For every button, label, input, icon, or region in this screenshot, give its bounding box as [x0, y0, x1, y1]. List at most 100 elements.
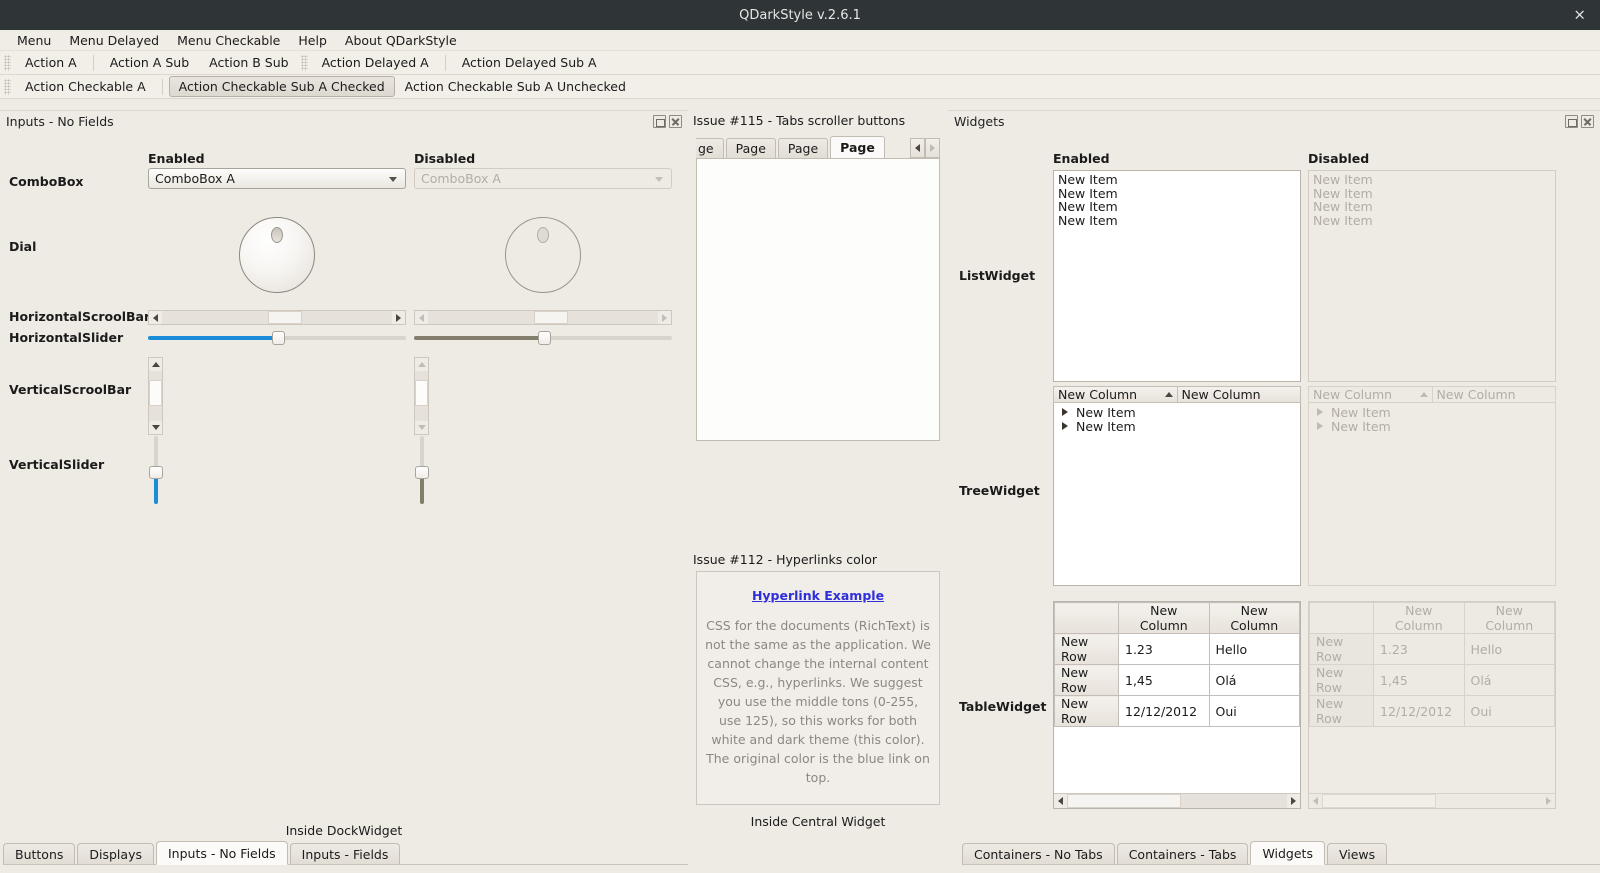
table-row-header[interactable]: New Row	[1054, 695, 1119, 727]
tree-body[interactable]: New Item New Item	[1053, 403, 1301, 586]
table-corner-cell[interactable]	[1054, 602, 1119, 634]
page-tab-0[interactable]: ge	[696, 138, 724, 158]
tablewidget-enabled[interactable]: New Column New Column New Row 1.23 Hello…	[1053, 601, 1301, 809]
hscrollbar-enabled[interactable]	[148, 310, 406, 325]
dial-enabled[interactable]	[239, 217, 315, 293]
menu-item-menu-delayed[interactable]: Menu Delayed	[60, 31, 168, 50]
tree-column-label: New Column	[1058, 387, 1138, 402]
vslider-fill	[154, 475, 158, 504]
vscrollbar-disabled	[414, 357, 429, 435]
table-row-header-disabled: New Row	[1309, 633, 1374, 665]
expand-arrow-icon[interactable]	[1062, 422, 1068, 430]
treewidget-enabled[interactable]: New Column New Column New Item New Item	[1053, 386, 1301, 586]
menu-item-help[interactable]: Help	[289, 31, 336, 50]
tab-scroll-left-icon[interactable]	[910, 138, 925, 158]
tree-column-header-0[interactable]: New Column	[1053, 386, 1178, 403]
toolbar-grip-icon[interactable]	[4, 54, 11, 71]
toolbar-action-a[interactable]: Action A	[15, 52, 87, 73]
list-item[interactable]: New Item	[1056, 214, 1300, 228]
vscrollbar-track[interactable]	[149, 371, 162, 421]
vslider-handle[interactable]	[149, 466, 163, 479]
table-column-header-0[interactable]: New Column	[1118, 602, 1210, 634]
toolbar-grip-icon-3[interactable]	[4, 78, 11, 95]
table-row-disabled: New Row 1.23 Hello	[1309, 633, 1555, 665]
expand-arrow-icon[interactable]	[1062, 408, 1068, 416]
toolbar-action-a-sub[interactable]: Action A Sub	[100, 52, 199, 73]
listwidget-enabled[interactable]: New Item New Item New Item New Item	[1053, 170, 1301, 382]
vscrollbar-down-arrow-icon[interactable]	[149, 421, 162, 434]
tab-views[interactable]: Views	[1326, 843, 1388, 865]
tab-inputs-fields[interactable]: Inputs - Fields	[289, 843, 401, 865]
tree-row[interactable]: New Item	[1054, 405, 1300, 420]
menu-item-menu[interactable]: Menu	[8, 31, 60, 50]
tab-containers-tabs[interactable]: Containers - Tabs	[1116, 843, 1249, 865]
close-icon[interactable]	[669, 114, 682, 128]
float-restore-icon-right[interactable]	[1565, 114, 1578, 128]
vslider-enabled[interactable]	[147, 436, 165, 504]
table-cell[interactable]: Hello	[1208, 633, 1300, 665]
hscrollbar-right-arrow-icon[interactable]	[392, 311, 405, 324]
toolbar-separator	[92, 54, 94, 71]
hscrollbar-handle[interactable]	[267, 311, 303, 324]
tab-inputs-no-fields[interactable]: Inputs - No Fields	[155, 841, 288, 865]
vscrollbar-enabled[interactable]	[148, 357, 163, 435]
tree-column-header-1[interactable]: New Column	[1177, 386, 1301, 403]
table-cell[interactable]: 1,45	[1118, 664, 1210, 696]
table-row-header[interactable]: New Row	[1054, 664, 1119, 696]
toolbar-action-checkable-a[interactable]: Action Checkable A	[15, 76, 156, 97]
table-cell[interactable]: Oui	[1208, 695, 1300, 727]
tab-containers-no-tabs[interactable]: Containers - No Tabs	[962, 843, 1115, 865]
table-cell[interactable]: 12/12/2012	[1118, 695, 1210, 727]
vscrollbar-handle[interactable]	[149, 380, 162, 406]
toolbar-action-delayed-sub-a[interactable]: Action Delayed Sub A	[452, 52, 607, 73]
toolbar-actions: Action A Action A Sub Action B Sub Actio…	[0, 51, 1600, 75]
table-hscroll-handle[interactable]	[1067, 794, 1182, 808]
table-row[interactable]: New Row 1.23 Hello	[1054, 633, 1300, 665]
table-hscrollbar[interactable]	[1054, 793, 1300, 808]
tree-header-row: New Column New Column	[1053, 386, 1301, 403]
hscrollbar-disabled	[414, 310, 672, 325]
table-cell[interactable]: 1.23	[1118, 633, 1210, 665]
combobox-disabled-value: ComboBox A	[421, 171, 501, 186]
left-col-header-disabled: Disabled	[414, 151, 476, 166]
close-icon-right[interactable]	[1581, 114, 1594, 128]
page-tab-1[interactable]: Page	[725, 138, 776, 158]
list-item[interactable]: New Item	[1056, 173, 1300, 187]
toolbar-action-checkable-sub-a-checked[interactable]: Action Checkable Sub A Checked	[168, 76, 395, 97]
table-row[interactable]: New Row 12/12/2012 Oui	[1054, 695, 1300, 727]
table-row[interactable]: New Row 1,45 Olá	[1054, 664, 1300, 696]
table-cell[interactable]: Olá	[1208, 664, 1300, 696]
toolbar-action-checkable-sub-a-unchecked[interactable]: Action Checkable Sub A Unchecked	[395, 76, 636, 97]
menu-item-about[interactable]: About QDarkStyle	[336, 31, 466, 50]
page-tab-3[interactable]: Page	[830, 136, 885, 158]
combobox-enabled[interactable]: ComboBox A	[148, 168, 406, 189]
vscrollbar-up-arrow-icon[interactable]	[149, 358, 162, 371]
float-restore-icon[interactable]	[653, 114, 666, 128]
list-item[interactable]: New Item	[1056, 186, 1300, 201]
toolbar-action-delayed-a[interactable]: Action Delayed A	[312, 52, 439, 73]
hyperlink-example-link[interactable]: Hyperlink Example	[752, 588, 884, 603]
hslider-handle[interactable]	[272, 331, 285, 345]
table-row-header[interactable]: New Row	[1054, 633, 1119, 665]
table-hscroll-right-icon[interactable]	[1287, 794, 1300, 808]
issue112-title: Issue #112 - Hyperlinks color	[693, 552, 878, 567]
window-close-icon[interactable]: ×	[1573, 7, 1586, 23]
tab-widgets[interactable]: Widgets	[1250, 841, 1325, 865]
table-hscroll-left-icon[interactable]	[1054, 794, 1067, 808]
hslider-enabled[interactable]	[148, 329, 406, 347]
list-item[interactable]: New Item	[1056, 200, 1300, 214]
table-enabled[interactable]: New Column New Column New Row 1.23 Hello…	[1054, 602, 1300, 727]
table-hscroll-handle-disabled	[1322, 794, 1437, 808]
hscrollbar-track[interactable]	[162, 311, 392, 324]
issue115-tabwidget: ge Page Page Page	[696, 136, 940, 441]
toolbar-grip-icon-2[interactable]	[300, 54, 308, 71]
tree-row[interactable]: New Item	[1054, 419, 1300, 434]
table-column-header-1[interactable]: New Column	[1208, 602, 1300, 634]
tab-displays[interactable]: Displays	[77, 843, 154, 865]
hscrollbar-left-arrow-icon[interactable]	[149, 311, 162, 324]
table-hscroll-track[interactable]	[1067, 794, 1287, 808]
menu-item-menu-checkable[interactable]: Menu Checkable	[168, 31, 289, 50]
page-tab-2[interactable]: Page	[777, 138, 829, 158]
toolbar-action-b-sub[interactable]: Action B Sub	[199, 52, 298, 73]
tab-buttons[interactable]: Buttons	[3, 843, 76, 865]
